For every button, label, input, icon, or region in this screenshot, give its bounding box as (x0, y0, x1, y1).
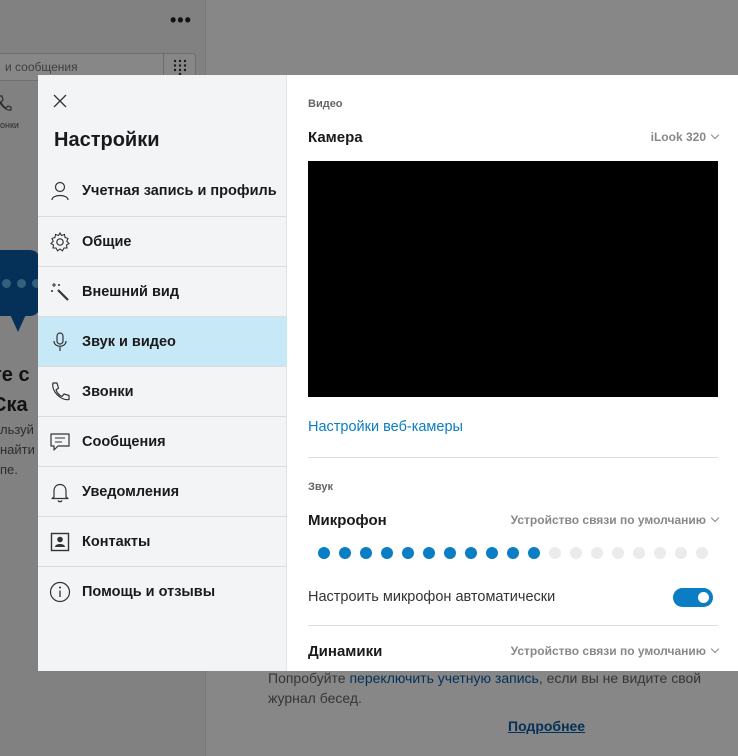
mic-level-dot (549, 547, 561, 559)
auto-adjust-mic-toggle[interactable] (673, 588, 713, 607)
mic-level-dot (444, 547, 456, 559)
nav-item-label: Учетная запись и профиль (82, 183, 277, 199)
mic-level-dot (570, 547, 582, 559)
mic-level-dot (654, 547, 666, 559)
chevron-down-icon (710, 130, 720, 140)
mic-level-dot (402, 547, 414, 559)
nav-item-label: Сообщения (82, 433, 166, 450)
camera-select[interactable]: iLook 320 (650, 130, 720, 144)
mic-level-dot (528, 547, 540, 559)
message-icon (48, 430, 72, 454)
nav-item-label: Уведомления (82, 483, 180, 500)
section-divider (308, 625, 718, 626)
mic-level-dot (591, 547, 603, 559)
nav-item-label: Помощь и отзывы (82, 584, 216, 600)
nav-item-label: Звук и видео (82, 333, 176, 350)
mic-level-dot (465, 547, 477, 559)
nav-item-appearance[interactable]: Внешний вид (38, 267, 287, 317)
speakers-label: Динамики (308, 643, 383, 660)
bell-icon (48, 480, 72, 504)
mic-level-dot (318, 547, 330, 559)
microphone-select[interactable]: Устройство связи по умолчанию (510, 513, 720, 527)
microphone-label: Микрофон (308, 512, 387, 529)
microphone-icon (48, 330, 72, 354)
close-icon[interactable] (51, 92, 69, 110)
info-icon (48, 580, 72, 604)
auto-adjust-mic-label: Настроить микрофон автоматически (308, 589, 556, 605)
chevron-down-icon (710, 644, 720, 654)
person-icon (48, 179, 72, 203)
gear-icon (48, 230, 72, 254)
phone-icon (48, 380, 72, 404)
mic-level-dot (675, 547, 687, 559)
microphone-level-meter (318, 547, 708, 559)
nav-item-label: Контакты (82, 533, 151, 550)
nav-item-account[interactable]: Учетная запись и профиль (38, 166, 287, 217)
nav-item-calls[interactable]: Звонки (38, 367, 287, 417)
camera-preview (308, 161, 718, 397)
speakers-device-value: Устройство связи по умолчанию (510, 644, 706, 658)
contact-card-icon (48, 530, 72, 554)
toggle-knob (698, 592, 709, 603)
settings-dialog: Настройки Учетная запись и профиль Общие… (38, 75, 738, 671)
mic-level-dot (507, 547, 519, 559)
mic-level-dot (381, 547, 393, 559)
nav-item-general[interactable]: Общие (38, 217, 287, 267)
webcam-settings-link[interactable]: Настройки веб-камеры (308, 419, 463, 435)
nav-item-help[interactable]: Помощь и отзывы (38, 567, 287, 617)
chevron-down-icon (710, 513, 720, 523)
mic-level-dot (360, 547, 372, 559)
nav-item-label: Звонки (82, 383, 134, 400)
mic-level-dot (696, 547, 708, 559)
microphone-device-value: Устройство связи по умолчанию (510, 513, 706, 527)
mic-level-dot (339, 547, 351, 559)
camera-label: Камера (308, 129, 363, 146)
nav-item-label: Общие (82, 233, 132, 250)
camera-device-value: iLook 320 (650, 130, 706, 144)
audio-video-panel: Видео Камера iLook 320 Настройки веб-кам… (287, 75, 738, 671)
mic-level-dot (486, 547, 498, 559)
settings-nav: Настройки Учетная запись и профиль Общие… (38, 75, 287, 671)
nav-item-label: Внешний вид (82, 283, 180, 300)
mic-level-dot (612, 547, 624, 559)
mic-level-dot (633, 547, 645, 559)
mic-level-dot (423, 547, 435, 559)
speakers-select[interactable]: Устройство связи по умолчанию (510, 644, 720, 658)
nav-item-messages[interactable]: Сообщения (38, 417, 287, 467)
nav-item-contacts[interactable]: Контакты (38, 517, 287, 567)
audio-section-label: Звук (308, 481, 334, 493)
settings-nav-list: Учетная запись и профиль Общие Внешний в… (38, 166, 287, 617)
nav-item-notifications[interactable]: Уведомления (38, 467, 287, 517)
magic-wand-icon (48, 280, 72, 304)
section-divider (308, 457, 718, 458)
nav-item-audio-video[interactable]: Звук и видео (38, 317, 287, 367)
settings-title: Настройки (54, 129, 160, 151)
video-section-label: Видео (308, 98, 343, 110)
